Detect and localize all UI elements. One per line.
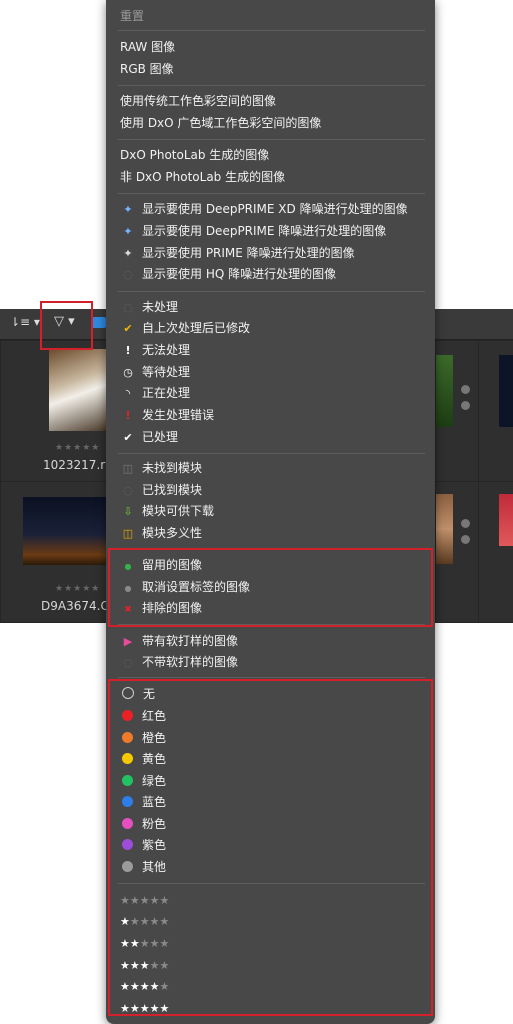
menu-item-modified[interactable]: ✔ 自上次处理后已修改: [120, 318, 250, 339]
thumbnail-image[interactable]: [23, 497, 106, 565]
modified-check-icon: ✔: [123, 322, 133, 335]
menu-item-deepprime-xd[interactable]: ✦ 显示要使用 DeepPRIME XD 降噪进行处理的图像: [120, 199, 408, 220]
menu-item-hq[interactable]: ◌ 显示要使用 HQ 降噪进行处理的图像: [120, 264, 336, 285]
thumbnail-image[interactable]: [436, 355, 453, 427]
menu-item-rgb[interactable]: RGB 图像: [120, 59, 174, 80]
menu-item-label: 未处理: [142, 300, 179, 314]
menu-item-error[interactable]: ! 发生处理错误: [120, 405, 214, 426]
thumbnail-rating[interactable]: ★★★★★: [55, 584, 100, 594]
softproof-icon: ▶: [123, 635, 133, 648]
download-icon: ⇩: [123, 505, 133, 518]
menu-separator: [118, 677, 425, 678]
menu-item-legacy-colorspace[interactable]: 使用传统工作色彩空间的图像: [120, 91, 276, 112]
menu-item-label: 等待处理: [142, 365, 191, 379]
menu-item-cannot-process[interactable]: ! 无法处理: [120, 340, 190, 361]
folder-icon[interactable]: [92, 317, 106, 328]
menu-item-not-photolab[interactable]: 非 DxO PhotoLab 生成的图像: [120, 167, 285, 188]
menu-separator: [118, 85, 425, 86]
flag-dot-icon[interactable]: [461, 385, 470, 394]
menu-item-label: 带有软打样的图像: [142, 634, 239, 648]
thumbnail-image[interactable]: [499, 355, 513, 427]
hq-icon: ◌: [123, 268, 133, 281]
filter-button-highlight: [40, 301, 93, 350]
menu-item-label: 已处理: [142, 430, 179, 444]
menu-item-photolab-generated[interactable]: DxO PhotoLab 生成的图像: [120, 145, 269, 166]
unprocessed-icon: ◌: [123, 301, 133, 314]
spinner-icon: ◝: [125, 387, 131, 400]
thumbnail-filename: D9A3674.CI: [41, 599, 113, 613]
error-icon: !: [125, 409, 131, 422]
flag-dot-icon[interactable]: [461, 401, 470, 410]
menu-item-processing[interactable]: ◝ 正在处理: [120, 383, 190, 404]
menu-item-wide-gamut[interactable]: 使用 DxO 广色域工作色彩空间的图像: [120, 113, 321, 134]
no-softproof-icon: ◌: [123, 656, 133, 669]
menu-item-label: 已找到模块: [142, 483, 203, 497]
menu-item-label: 模块多义性: [142, 526, 203, 540]
deepprime-icon: ✦: [123, 225, 133, 238]
menu-item-label: 模块可供下载: [142, 504, 215, 518]
menu-item-deepprime[interactable]: ✦ 显示要使用 DeepPRIME 降噪进行处理的图像: [120, 221, 386, 242]
ambiguity-icon: ◫: [122, 527, 134, 540]
camera-icon: ◫: [122, 462, 134, 475]
thumbnail-rating[interactable]: ★★★★★: [55, 443, 100, 453]
menu-item-label: 无法处理: [142, 343, 191, 357]
thumbnail-image[interactable]: [499, 494, 513, 546]
menu-separator: [118, 139, 425, 140]
menu-item-label: 自上次处理后已修改: [142, 321, 251, 335]
module-found-icon: ◌: [123, 484, 133, 497]
thumbnail-cell[interactable]: [435, 481, 479, 623]
menu-item-label: 显示要使用 DeepPRIME XD 降噪进行处理的图像: [142, 202, 408, 216]
menu-item-label: 显示要使用 DeepPRIME 降噪进行处理的图像: [142, 224, 387, 238]
menu-item-raw[interactable]: RAW 图像: [120, 37, 175, 58]
menu-item-module-download[interactable]: ⇩ 模块可供下载: [120, 501, 214, 522]
menu-item-module-ambiguity[interactable]: ◫ 模块多义性: [120, 523, 202, 544]
menu-item-label: 不带软打样的图像: [142, 655, 239, 669]
thumbnail-cell[interactable]: [478, 340, 513, 482]
menu-item-label: 发生处理错误: [142, 408, 215, 422]
flag-group-highlight: [108, 548, 433, 627]
menu-item-prime[interactable]: ✦ 显示要使用 PRIME 降噪进行处理的图像: [120, 243, 355, 264]
menu-item-no-softproof[interactable]: ◌ 不带软打样的图像: [120, 652, 238, 673]
thumbnail-cell[interactable]: [435, 340, 479, 482]
sort-button[interactable]: ⇂≡ ▾: [10, 315, 40, 329]
flag-dot-icon[interactable]: [461, 535, 470, 544]
menu-item-label: 未找到模块: [142, 461, 203, 475]
menu-separator: [118, 193, 425, 194]
thumbnail-filename: 1023217.rw: [43, 458, 116, 472]
thumbnail-image[interactable]: [436, 494, 453, 564]
prime-icon: ✦: [123, 247, 133, 260]
clock-icon: ◷: [123, 366, 133, 379]
thumbnail-cell[interactable]: [478, 481, 513, 623]
exclamation-icon: !: [125, 344, 131, 357]
color-rating-group-highlight: [108, 679, 433, 1016]
menu-separator: [118, 30, 425, 31]
menu-item-module-found[interactable]: ◌ 已找到模块: [120, 480, 202, 501]
menu-item-label: 显示要使用 HQ 降噪进行处理的图像: [142, 267, 337, 281]
menu-separator: [118, 291, 425, 292]
menu-item-processed[interactable]: ✔ 已处理: [120, 427, 178, 448]
menu-item-module-not-found[interactable]: ◫ 未找到模块: [120, 458, 202, 479]
check-icon: ✔: [123, 431, 133, 444]
flag-dot-icon[interactable]: [461, 519, 470, 528]
thumbnail-cell[interactable]: ★★★★★ 1023217.rw: [0, 340, 115, 482]
menu-item-reset[interactable]: 重置: [120, 6, 144, 27]
thumbnail-cell[interactable]: ★★★★★ D9A3674.CI: [0, 481, 112, 623]
menu-item-softproof[interactable]: ▶ 带有软打样的图像: [120, 631, 238, 652]
menu-separator: [118, 453, 425, 454]
menu-item-waiting[interactable]: ◷ 等待处理: [120, 362, 190, 383]
deepprime-xd-icon: ✦: [123, 203, 133, 216]
menu-item-label: 显示要使用 PRIME 降噪进行处理的图像: [142, 246, 355, 260]
thumbnail-image[interactable]: [49, 349, 106, 431]
menu-item-unprocessed[interactable]: ◌ 未处理: [120, 297, 178, 318]
menu-item-label: 正在处理: [142, 386, 191, 400]
